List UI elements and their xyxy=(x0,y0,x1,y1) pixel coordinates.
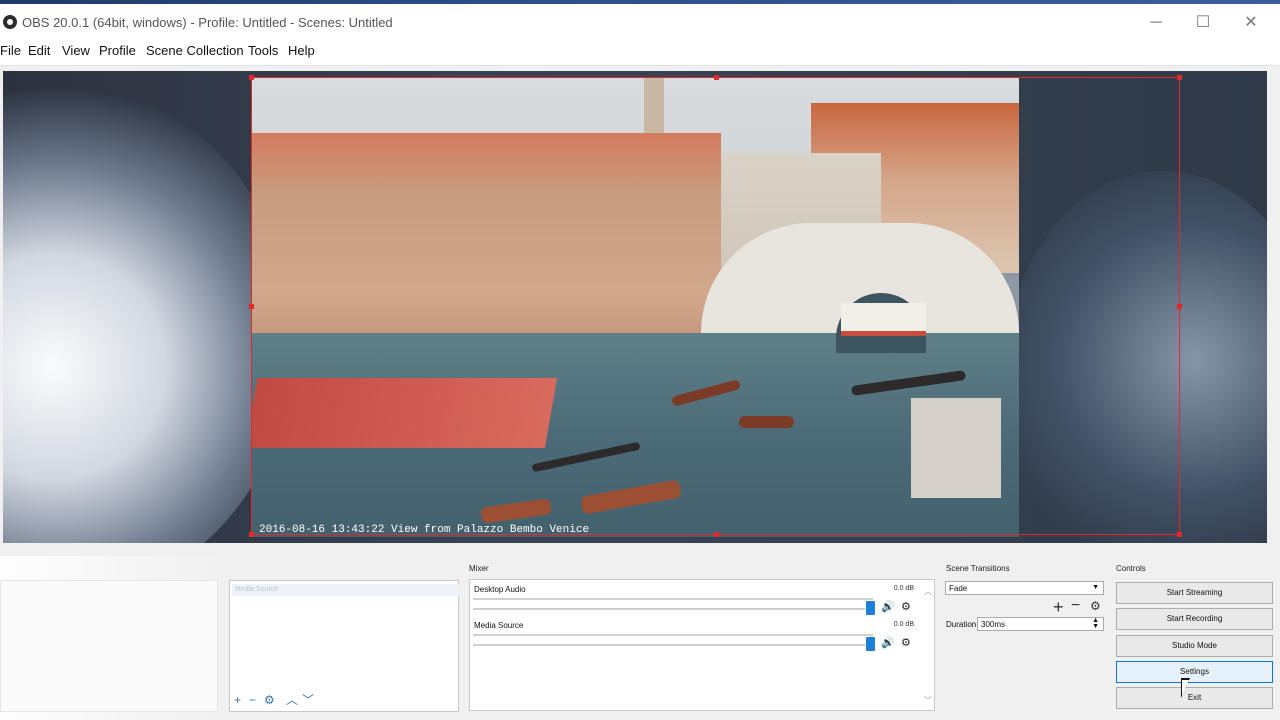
transition-select[interactable]: Fade ▼ xyxy=(945,581,1104,595)
water-bus xyxy=(841,303,926,336)
sources-list[interactable]: Media Source + − ⚙ ︿ ﹀ xyxy=(229,580,459,712)
menu-help[interactable]: Help xyxy=(288,43,315,58)
spinner-icon[interactable]: ▲ ▼ xyxy=(1092,617,1099,630)
start-recording-button[interactable]: Start Recording xyxy=(1116,608,1273,630)
boat xyxy=(739,416,794,428)
source-item-media-source[interactable]: Media Source xyxy=(232,584,459,596)
menu-file[interactable]: File xyxy=(0,43,21,58)
remove-source-icon[interactable]: − xyxy=(249,693,256,707)
add-transition-icon[interactable]: + xyxy=(1053,597,1064,618)
light-flare-right xyxy=(1003,171,1267,543)
scenes-list[interactable] xyxy=(0,580,218,712)
menu-bar: File Edit View Profile Scene Collection … xyxy=(0,38,1280,66)
transitions-title: Scene Transitions xyxy=(946,564,1010,573)
controls-title: Controls xyxy=(1116,564,1146,573)
channel-name: Desktop Audio xyxy=(474,585,526,594)
add-source-icon[interactable]: + xyxy=(234,693,241,707)
speaker-icon[interactable]: 🔊 xyxy=(881,636,895,649)
mixer-channel-media-source: Media Source 0.0 dB 🔊 ⚙ xyxy=(470,621,916,655)
speaker-icon[interactable]: 🔊 xyxy=(881,600,895,613)
volume-slider-knob[interactable] xyxy=(866,637,875,651)
mixer-panel: Desktop Audio 0.0 dB 🔊 ⚙ Media Source 0.… xyxy=(469,579,935,711)
move-down-icon[interactable]: ﹀ xyxy=(302,691,314,708)
menu-edit[interactable]: Edit xyxy=(28,43,50,58)
close-button[interactable]: ✕ xyxy=(1231,10,1271,36)
scroll-down-icon[interactable]: ﹀ xyxy=(924,695,932,706)
channel-db: 0.0 dB xyxy=(893,585,914,592)
scroll-up-icon[interactable]: ︿ xyxy=(924,586,932,597)
menu-profile[interactable]: Profile xyxy=(99,43,136,58)
volume-slider-knob[interactable] xyxy=(866,601,875,615)
mixer-title: Mixer xyxy=(469,564,489,573)
studio-mode-button[interactable]: Studio Mode xyxy=(1116,635,1273,657)
video-timestamp-caption: 2016-08-16 13:43:22 View from Palazzo Be… xyxy=(259,524,590,536)
preview-canvas[interactable]: 2016-08-16 13:43:22 View from Palazzo Be… xyxy=(3,71,1267,543)
media-source-video[interactable]: 2016-08-16 13:43:22 View from Palazzo Be… xyxy=(251,78,1019,537)
channel-name: Media Source xyxy=(474,621,524,630)
mouse-cursor-fill xyxy=(1182,680,1196,696)
remove-transition-icon[interactable]: − xyxy=(1071,597,1080,615)
menu-view[interactable]: View xyxy=(62,43,90,58)
window-title: OBS 20.0.1 (64bit, windows) - Profile: U… xyxy=(22,15,393,30)
channel-db: 0.0 dB xyxy=(893,621,914,628)
start-streaming-button[interactable]: Start Streaming xyxy=(1116,582,1273,604)
source-settings-icon[interactable]: ⚙ xyxy=(264,693,275,707)
mixer-channel-desktop-audio: Desktop Audio 0.0 dB 🔊 ⚙ xyxy=(470,585,916,619)
gear-icon[interactable]: ⚙ xyxy=(901,636,911,649)
minimize-button[interactable]: ─ xyxy=(1136,10,1176,36)
volume-slider[interactable] xyxy=(473,644,865,646)
light-flare xyxy=(3,81,293,543)
menu-tools[interactable]: Tools xyxy=(248,43,278,58)
volume-meter xyxy=(473,598,873,600)
gear-icon[interactable]: ⚙ xyxy=(901,600,911,613)
resize-handle[interactable] xyxy=(1177,75,1182,80)
duration-spinbox[interactable]: 300ms ▲ ▼ xyxy=(977,617,1104,631)
transition-settings-icon[interactable]: ⚙ xyxy=(1090,599,1101,613)
title-bar: OBS 20.0.1 (64bit, windows) - Profile: U… xyxy=(0,4,1280,38)
volume-slider[interactable] xyxy=(473,608,865,610)
obs-logo-icon xyxy=(3,15,17,29)
maximize-button[interactable]: ☐ xyxy=(1183,10,1223,36)
menu-scene-collection[interactable]: Scene Collection xyxy=(146,43,244,58)
volume-meter xyxy=(473,634,873,636)
move-up-icon[interactable]: ︿ xyxy=(286,691,298,708)
chevron-down-icon: ▼ xyxy=(1092,584,1099,591)
duration-label: Duration xyxy=(946,620,977,629)
